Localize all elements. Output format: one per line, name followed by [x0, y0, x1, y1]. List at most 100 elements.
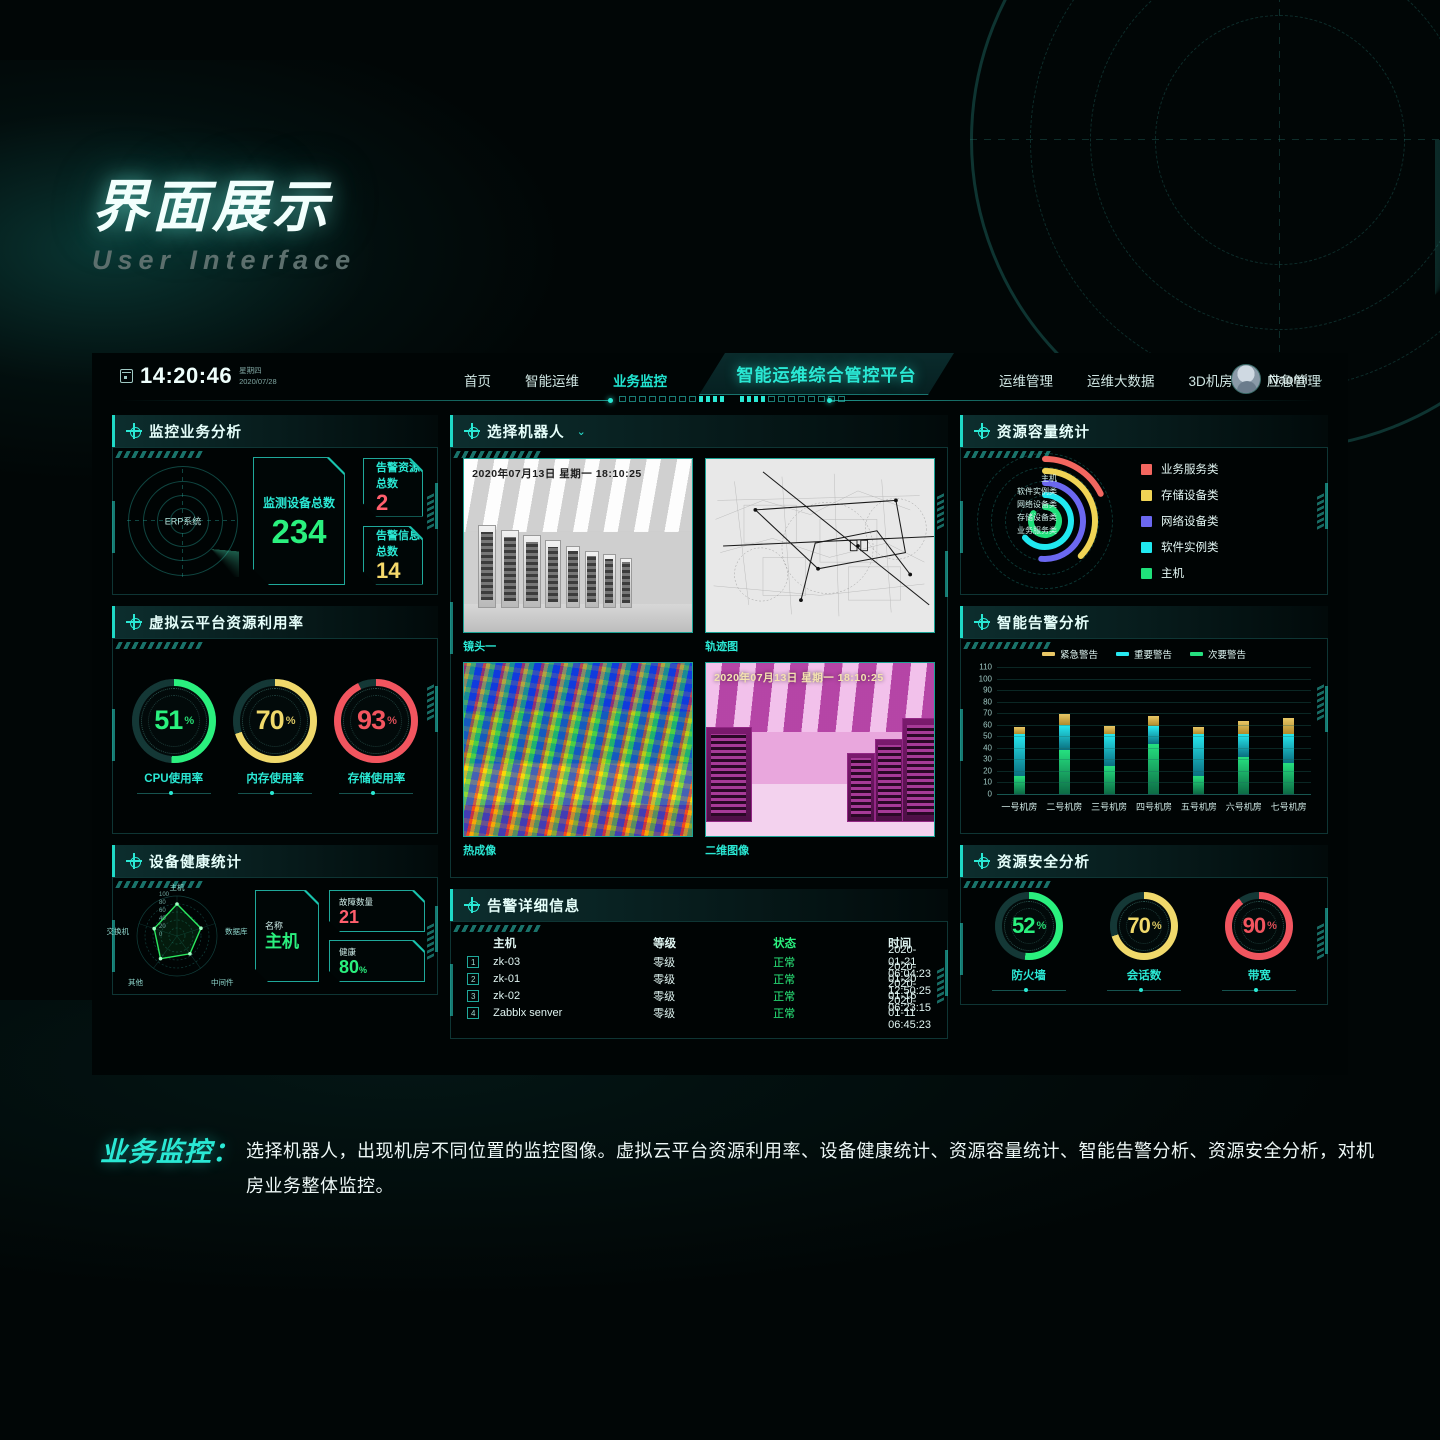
- table-row[interactable]: 2 zk-01 零级 正常 2020-01-20 12:50:25: [467, 961, 931, 997]
- nav-item-home[interactable]: 首页: [447, 370, 508, 390]
- two-dimensional-image-view[interactable]: 2020年07月13日 星期一 18:10:25: [705, 662, 935, 837]
- bar-segment-紧急警告: [1058, 714, 1070, 725]
- gauge-unit: %: [285, 714, 296, 727]
- crosshair-icon: [974, 853, 990, 869]
- panel-header: 智能告警分析: [960, 606, 1328, 638]
- bar-column-3[interactable]: [1103, 667, 1115, 794]
- panel-header: 设备健康统计: [112, 845, 439, 877]
- legend-swatch: [1141, 515, 1152, 527]
- legend-label: 紧急警告: [1059, 650, 1098, 661]
- gauge-label: CPU使用率: [144, 772, 204, 785]
- legend-item-2[interactable]: 存储设备类: [1141, 487, 1219, 503]
- legend-label: 业务服务类: [1161, 464, 1219, 476]
- column-center: 选择机器人 ⌄ 2020年07月13日 星期一 18:10:25 镜头一 轨迹图…: [450, 415, 948, 1039]
- thermal-image-view[interactable]: [463, 662, 694, 837]
- cell-host: zk-02: [493, 989, 521, 1002]
- crosshair-icon: [126, 423, 142, 439]
- radar-scale-60: 60: [159, 908, 166, 914]
- gauge-value: 51: [154, 705, 183, 735]
- bar-column-2[interactable]: [1058, 667, 1070, 794]
- radar-axis-label-3: 中间件: [211, 978, 234, 987]
- health-name-value: 主机: [265, 932, 299, 952]
- radar-axis-label-5: 交换机: [106, 927, 130, 936]
- gauge-value: 52: [1012, 912, 1036, 938]
- gauge-underline: [339, 791, 414, 795]
- resource-capacity-legend: 业务服务类存储设备类网络设备类软件实例类主机: [1141, 461, 1219, 581]
- legend-item-3[interactable]: 网络设备类: [1141, 513, 1219, 529]
- bar-column-5[interactable]: [1193, 667, 1205, 794]
- chevron-down-icon[interactable]: ⌄: [577, 425, 586, 438]
- legend-item-4[interactable]: 软件实例类: [1141, 539, 1219, 555]
- bar-column-4[interactable]: [1148, 667, 1160, 794]
- legend-item-1[interactable]: 业务服务类: [1141, 461, 1219, 477]
- gauge-ring: 70%: [233, 678, 318, 763]
- x-axis-label-7: 七号机房: [1270, 802, 1307, 812]
- panel-body: 52% 防火墙 70% 会话数 90% 带宽: [960, 877, 1328, 1005]
- camera-caption: 二维图像: [705, 845, 750, 857]
- row-index: 2: [467, 972, 493, 985]
- y-axis-tick: 70: [983, 708, 992, 718]
- gridline: [997, 759, 1311, 761]
- nav-item-smart-ops[interactable]: 智能运维: [508, 370, 596, 390]
- legend-swatch: [1141, 541, 1152, 553]
- legend-item-5[interactable]: 主机: [1141, 565, 1219, 581]
- gridline: [997, 690, 1311, 692]
- cell-host: zk-01: [493, 972, 521, 985]
- bar-legend-item-2[interactable]: 重要警告: [1115, 647, 1172, 661]
- nav-item-ops-bigdata[interactable]: 运维大数据: [1070, 370, 1172, 390]
- dashboard-header: 14:20:46 星期四 2020/07/28 首页 智能运维 业务监控 智能运…: [92, 353, 1348, 409]
- panel-resource-security: 资源安全分析 52% 防火墙 70% 会话数 90% 带宽: [960, 845, 1328, 1005]
- camera-tile[interactable]: 轨迹图: [705, 458, 935, 654]
- table-header-row: 主机 等级 状态 时间: [467, 932, 931, 953]
- x-axis-label-3: 三号机房: [1091, 802, 1128, 812]
- panel-device-health: 设备健康统计 主机 数据库 中间件 其他 交换机 100 80 60 40 20 0 名称 主机 故…: [107, 845, 439, 995]
- camera-view-lens-one[interactable]: 2020年07月13日 星期一 18:10:25: [463, 458, 694, 633]
- gauge-value: 93: [357, 705, 386, 735]
- panel-monitor-analysis: 监控业务分析 ERP系统 监测设备总数 234 告警资源总数 2 告警信息总数 …: [112, 415, 439, 595]
- camera-tile[interactable]: 2020年07月13日 星期一 18:10:25 镜头一: [463, 458, 694, 654]
- panel-header: 资源容量统计: [960, 415, 1328, 447]
- legend-swatch: [1141, 463, 1152, 475]
- nav-item-business-monitor[interactable]: 业务监控: [596, 370, 684, 390]
- legend-swatch: [1141, 567, 1152, 579]
- panel-header: 告警详细信息: [450, 889, 948, 921]
- polar-axis-label-2: 软件实例类: [1017, 487, 1057, 496]
- nav-item-ops-management[interactable]: 运维管理: [982, 370, 1070, 390]
- health-metric-column: 故障数量 21 健康 80%: [329, 890, 425, 982]
- panel-body: ERP系统 监测设备总数 234 告警资源总数 2 告警信息总数 14: [112, 447, 439, 595]
- crosshair-icon: [464, 897, 481, 913]
- bar-column-7[interactable]: [1282, 667, 1294, 794]
- erp-radar-chart: ERP系统: [127, 465, 239, 577]
- user-name: Naomi: [1268, 371, 1308, 387]
- table-row[interactable]: 1 zk-03 零级 正常 2020-01-21 06:04:23: [467, 944, 931, 980]
- user-menu[interactable]: Naomi ⌄: [1230, 364, 1324, 394]
- bar-legend-item-1[interactable]: 紧急警告: [1041, 647, 1098, 661]
- gauge-2: 70% 会话数: [1106, 891, 1181, 992]
- trajectory-map-icon: [713, 471, 934, 617]
- camera-tile[interactable]: 热成像: [463, 662, 694, 858]
- bar-chart-legend: 紧急警告 重要警告 次要警告: [971, 647, 1317, 661]
- gridline: [997, 713, 1311, 715]
- panel-title: 资源容量统计: [997, 424, 1090, 441]
- legend-label: 软件实例类: [1161, 542, 1219, 554]
- radar-axis-label-1: 主机: [169, 883, 185, 892]
- bar-column-6[interactable]: [1238, 667, 1250, 794]
- polar-axis-label-1: 主机: [1041, 474, 1057, 483]
- chevron-down-icon[interactable]: ⌄: [1316, 374, 1324, 385]
- camera-timestamp: 2020年07月13日 星期一 18:10:25: [472, 468, 642, 480]
- kpi-label: 监测设备总数: [262, 496, 335, 510]
- row-index: 1: [467, 955, 493, 968]
- radar-axis-label-4: 其他: [128, 978, 143, 987]
- health-score-value: 80%: [339, 956, 368, 977]
- table-row[interactable]: 4 Zabblx senver 零级 正常 2020-01-11 06:45:23: [467, 995, 931, 1031]
- table-row[interactable]: 3 zk-02 零级 正常 2020-01-16 06:23:15: [467, 978, 931, 1014]
- caption-label: 业务监控：: [100, 1137, 240, 1167]
- trajectory-map-view[interactable]: [705, 458, 935, 633]
- bar-column-1[interactable]: [1013, 667, 1025, 794]
- bar-legend-item-3[interactable]: 次要警告: [1190, 647, 1246, 661]
- health-name-label: 名称: [265, 921, 284, 932]
- bar-segment-紧急警告: [1013, 727, 1025, 734]
- calendar-icon: [120, 369, 133, 383]
- camera-tile[interactable]: 2020年07月13日 星期一 18:10:25 二维图像: [705, 662, 935, 858]
- health-fault-label: 故障数量: [339, 896, 374, 907]
